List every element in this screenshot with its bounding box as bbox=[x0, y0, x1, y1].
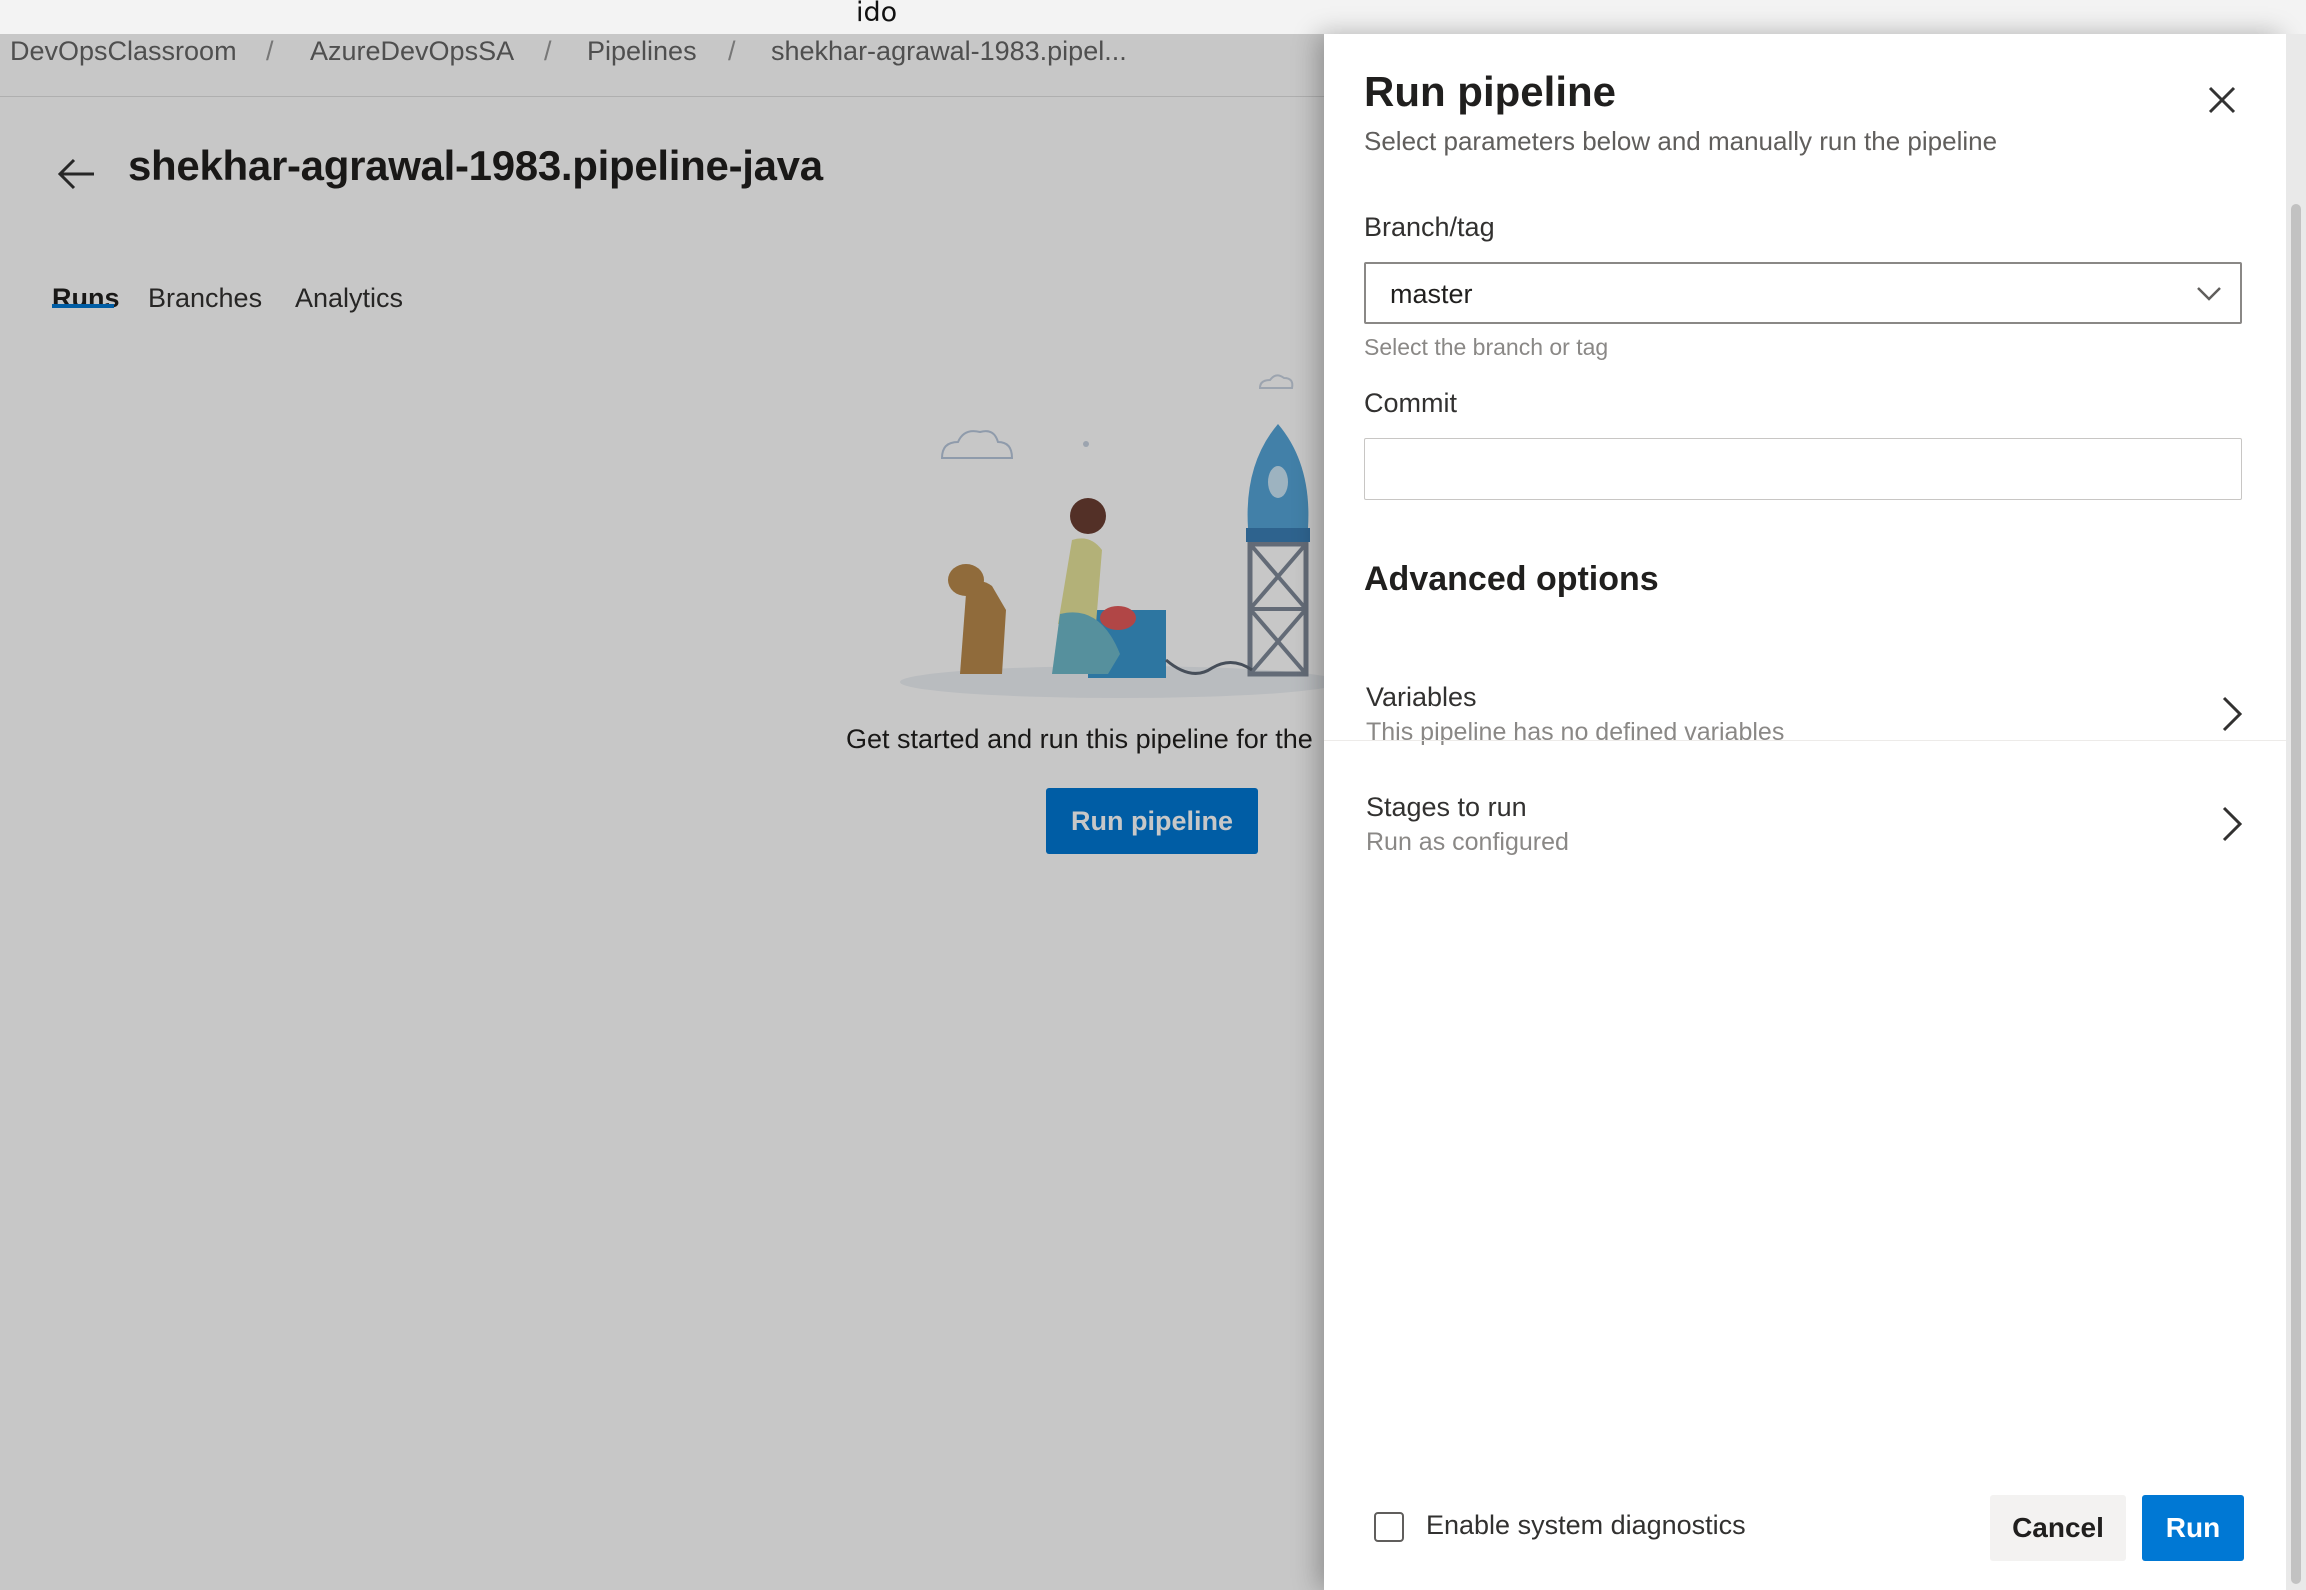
branch-tag-label: Branch/tag bbox=[1364, 212, 1495, 242]
arrow-left-icon[interactable] bbox=[52, 154, 100, 194]
close-icon[interactable] bbox=[2200, 78, 2244, 122]
breadcrumb-separator: / bbox=[544, 36, 552, 66]
stages-option-row[interactable]: Stages to run Run as configured bbox=[1324, 774, 2286, 880]
advanced-options-heading: Advanced options bbox=[1364, 560, 1659, 598]
empty-state-illustration bbox=[900, 374, 1340, 698]
branch-tag-dropdown[interactable]: master bbox=[1364, 262, 2242, 324]
breadcrumb-item-project[interactable]: AzureDevOpsSA bbox=[310, 34, 514, 68]
panel-title: Run pipeline bbox=[1364, 68, 1616, 115]
commit-input[interactable] bbox=[1364, 438, 2242, 500]
breadcrumb-separator: / bbox=[266, 36, 274, 66]
commit-label: Commit bbox=[1364, 388, 1457, 418]
run-button[interactable]: Run bbox=[2142, 1495, 2244, 1561]
empty-state-message: Get started and run this pipeline for th… bbox=[846, 724, 1313, 754]
panel-scrollbar[interactable] bbox=[2286, 34, 2306, 1590]
system-diagnostics-checkbox[interactable] bbox=[1374, 1512, 1404, 1542]
run-pipeline-panel: Run pipeline Select parameters below and… bbox=[1324, 34, 2286, 1590]
active-tab-indicator bbox=[52, 304, 114, 308]
scrollbar-thumb[interactable] bbox=[2291, 204, 2301, 1584]
breadcrumb-separator: / bbox=[728, 36, 736, 66]
page-title: shekhar-agrawal-1983.pipeline-java bbox=[128, 142, 823, 189]
breadcrumb-item-pipelines[interactable]: Pipelines bbox=[587, 34, 697, 68]
chevron-right-icon bbox=[2222, 806, 2243, 842]
breadcrumb-item-organization[interactable]: DevOpsClassroom bbox=[10, 34, 237, 68]
chevron-right-icon bbox=[2222, 696, 2243, 732]
breadcrumb: DevOpsClassroom / AzureDevOpsSA / Pipeli… bbox=[0, 34, 1330, 97]
panel-subtitle: Select parameters below and manually run… bbox=[1364, 126, 1998, 156]
window-title-bar: ido bbox=[0, 0, 2306, 35]
run-pipeline-button[interactable]: Run pipeline bbox=[1046, 788, 1258, 854]
window-title: ido bbox=[856, 0, 898, 28]
chevron-down-icon bbox=[2197, 287, 2221, 301]
tab-analytics[interactable]: Analytics bbox=[295, 262, 403, 334]
cancel-button[interactable]: Cancel bbox=[1990, 1495, 2126, 1561]
stages-option-title: Stages to run bbox=[1366, 792, 1527, 822]
branch-tag-value: master bbox=[1390, 279, 1473, 309]
branch-tag-helper-text: Select the branch or tag bbox=[1364, 334, 1609, 360]
variables-option-subtitle: This pipeline has no defined variables bbox=[1366, 718, 1785, 746]
system-diagnostics-label[interactable]: Enable system diagnostics bbox=[1426, 1510, 1746, 1541]
options-divider bbox=[1324, 740, 2286, 741]
variables-option-title: Variables bbox=[1366, 682, 1477, 712]
tab-branches[interactable]: Branches bbox=[148, 262, 262, 334]
breadcrumb-item-pipeline[interactable]: shekhar-agrawal-1983.pipel... bbox=[771, 34, 1127, 68]
variables-option-row[interactable]: Variables This pipeline has no defined v… bbox=[1324, 664, 2286, 770]
stages-option-subtitle: Run as configured bbox=[1366, 828, 1569, 856]
tab-runs[interactable]: Runs bbox=[52, 262, 120, 334]
